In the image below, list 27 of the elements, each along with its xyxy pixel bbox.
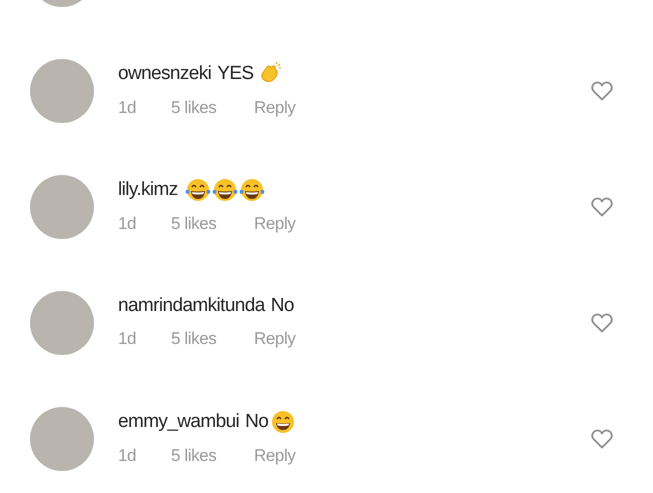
reply-button[interactable]: Reply bbox=[254, 98, 296, 118]
comment-time: 1d bbox=[118, 329, 138, 349]
username[interactable]: ownesnzeki bbox=[118, 63, 212, 85]
comment-text: No bbox=[270, 295, 294, 317]
likes-count-link[interactable]: 5 likes bbox=[171, 214, 254, 234]
comment-text: No bbox=[245, 411, 268, 433]
heart-icon[interactable] bbox=[591, 313, 613, 333]
laughing-tears-face-icon bbox=[184, 178, 211, 202]
heart-icon[interactable] bbox=[591, 81, 613, 101]
username[interactable]: emmy_wambui bbox=[118, 411, 240, 433]
heart-icon[interactable] bbox=[591, 197, 613, 217]
comment-time: 1d bbox=[118, 214, 138, 234]
comment-text: YES bbox=[217, 63, 254, 85]
reply-button[interactable]: Reply bbox=[254, 214, 296, 234]
username[interactable]: lily.kimz bbox=[118, 179, 178, 201]
comment-time: 1d bbox=[118, 98, 138, 118]
grinning-face-icon bbox=[271, 410, 296, 434]
likes-count-link[interactable]: 5 likes bbox=[171, 98, 254, 118]
reply-button[interactable]: Reply bbox=[254, 446, 296, 466]
comment-time: 1d bbox=[118, 446, 138, 466]
reply-button[interactable]: Reply bbox=[254, 329, 296, 349]
heart-icon[interactable] bbox=[591, 429, 613, 449]
laughing-tears-face-icon bbox=[238, 178, 265, 202]
laughing-tears-face-icon bbox=[212, 178, 238, 202]
likes-count-link[interactable]: 5 likes bbox=[171, 446, 254, 466]
likes-count-link[interactable]: 5 likes bbox=[171, 329, 254, 349]
username[interactable]: namrindamkitunda bbox=[118, 295, 265, 317]
